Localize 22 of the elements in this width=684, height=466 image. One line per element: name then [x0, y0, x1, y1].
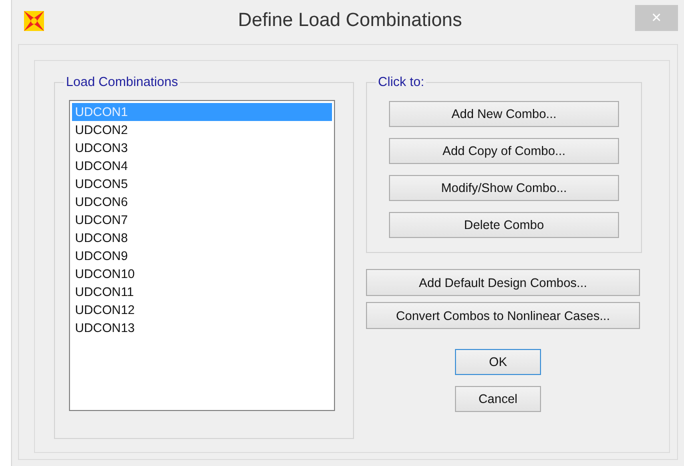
cancel-button[interactable]: Cancel [455, 386, 541, 412]
action-button[interactable]: Modify/Show Combo... [389, 175, 619, 201]
action-button[interactable]: Add Copy of Combo... [389, 138, 619, 164]
ok-button[interactable]: OK [455, 349, 541, 375]
action-button[interactable]: Convert Combos to Nonlinear Cases... [366, 302, 640, 329]
list-item[interactable]: UDCON9 [72, 247, 332, 265]
action-button[interactable]: Add New Combo... [389, 101, 619, 127]
list-item[interactable]: UDCON12 [72, 301, 332, 319]
app-icon [23, 10, 45, 32]
list-item[interactable]: UDCON8 [72, 229, 332, 247]
action-button[interactable]: Add Default Design Combos... [366, 269, 640, 296]
list-item[interactable]: UDCON5 [72, 175, 332, 193]
list-item[interactable]: UDCON6 [72, 193, 332, 211]
window-title: Define Load Combinations [237, 8, 463, 33]
list-item[interactable]: UDCON10 [72, 265, 332, 283]
list-item[interactable]: UDCON2 [72, 121, 332, 139]
list-item[interactable]: UDCON3 [72, 139, 332, 157]
list-item[interactable]: UDCON11 [72, 283, 332, 301]
list-item[interactable]: UDCON13 [72, 319, 332, 337]
list-item[interactable]: UDCON4 [72, 157, 332, 175]
action-button[interactable]: Delete Combo [389, 212, 619, 238]
list-item[interactable]: UDCON7 [72, 211, 332, 229]
